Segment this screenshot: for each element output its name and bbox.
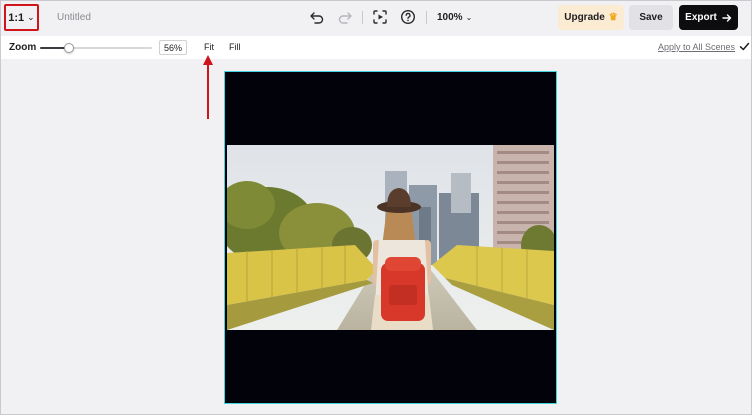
top-bar: 1:1 ⌄ Untitled 100% ⌄ Upgrade ♛ Save Exp… — [1, 1, 751, 34]
zoom-level-dropdown[interactable]: 100% ⌄ — [437, 12, 472, 23]
canvas-preview[interactable] — [224, 71, 557, 404]
export-label: Export — [685, 12, 717, 23]
aspect-ratio-label: 1:1 — [8, 11, 25, 24]
crown-icon: ♛ — [608, 12, 618, 23]
video-frame[interactable] — [227, 145, 554, 330]
screen-capture-icon[interactable] — [370, 7, 390, 27]
zoom-level-value: 100% — [437, 12, 463, 23]
save-label: Save — [639, 12, 663, 23]
zoom-toolbar: Zoom 56% Fit Fill Apply to All Scenes — [1, 36, 751, 59]
divider — [426, 11, 427, 24]
document-title[interactable]: Untitled — [57, 12, 91, 23]
divider — [362, 11, 363, 24]
fill-button[interactable]: Fill — [229, 42, 241, 52]
export-button[interactable]: Export — [679, 5, 738, 30]
fit-button[interactable]: Fit — [204, 42, 214, 52]
apply-to-all-scenes-link[interactable]: Apply to All Scenes — [658, 42, 735, 52]
check-icon[interactable] — [739, 41, 750, 52]
annotation-arrow — [203, 55, 213, 119]
redo-icon[interactable] — [335, 7, 355, 27]
zoom-slider-thumb[interactable] — [64, 43, 74, 53]
arrow-right-icon — [722, 13, 732, 22]
help-icon[interactable] — [398, 7, 418, 27]
save-button[interactable]: Save — [629, 5, 673, 30]
zoom-label: Zoom — [9, 42, 37, 53]
aspect-ratio-button[interactable]: 1:1 ⌄ — [4, 4, 39, 31]
undo-icon[interactable] — [307, 7, 327, 27]
zoom-slider[interactable] — [40, 43, 152, 53]
chevron-down-icon: ⌄ — [27, 12, 35, 22]
upgrade-button[interactable]: Upgrade ♛ — [558, 5, 624, 30]
video-thumbnail — [227, 145, 554, 330]
upgrade-label: Upgrade — [564, 12, 605, 23]
zoom-value-input[interactable]: 56% — [159, 40, 187, 55]
chevron-down-icon: ⌄ — [465, 13, 473, 22]
